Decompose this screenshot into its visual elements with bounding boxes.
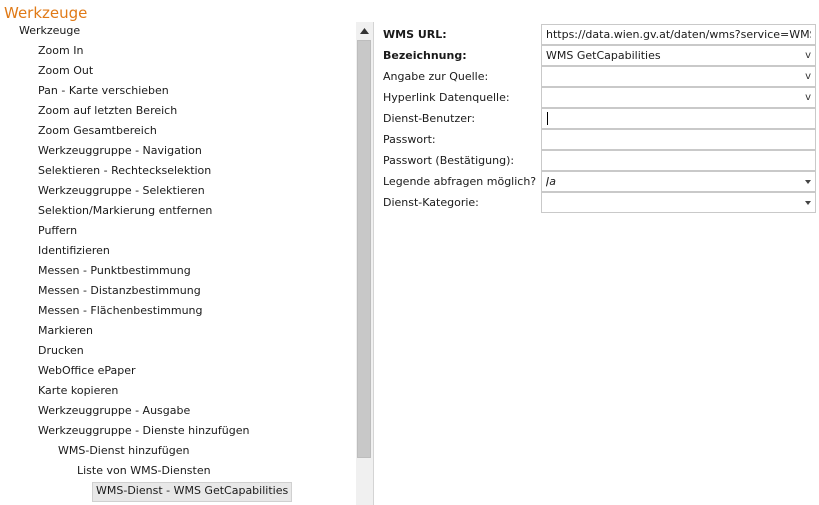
property-label: Dienst-Benutzer: — [383, 112, 476, 125]
triangle-up-icon — [360, 27, 369, 34]
property-value: https://data.wien.gv.at/daten/wms?servic… — [546, 28, 811, 41]
property-label: Passwort: — [383, 133, 436, 146]
property-dropdown-field[interactable]: v — [541, 66, 816, 87]
chevron-down-icon[interactable] — [805, 201, 811, 205]
property-input[interactable]: https://data.wien.gv.at/daten/wms?servic… — [541, 24, 816, 45]
chevron-down-icon[interactable] — [805, 180, 811, 184]
tree-item[interactable]: Markieren — [35, 322, 96, 340]
tree-item[interactable]: Drucken — [35, 342, 87, 360]
property-label: Dienst-Kategorie: — [383, 196, 479, 209]
property-input[interactable] — [541, 129, 816, 150]
property-label: Bezeichnung: — [383, 49, 467, 62]
dropdown-button[interactable]: v — [805, 67, 811, 86]
property-grid: WMS URL: https://data.wien.gv.at/daten/wm… — [374, 22, 819, 505]
tree-item[interactable]: Zoom auf letzten Bereich — [35, 102, 180, 120]
tree-item-selected[interactable]: WMS-Dienst - WMS GetCapabilities — [92, 482, 293, 502]
dropdown-button[interactable]: v — [805, 88, 811, 107]
tree-item[interactable]: Messen - Punktbestimmung — [35, 262, 194, 280]
tree-item[interactable]: Puffern — [35, 222, 80, 240]
dropdown-button[interactable]: v — [805, 46, 811, 65]
tree-item[interactable]: Selektieren - Rechteckselektion — [35, 162, 214, 180]
property-label: Passwort (Bestätigung): — [383, 154, 515, 167]
tree-item[interactable]: WMS-Dienst hinzufügen — [55, 442, 192, 460]
tree-scrollbar[interactable] — [356, 22, 373, 505]
property-value: WMS GetCapabilities — [546, 49, 661, 62]
tree-item[interactable]: Werkzeuggruppe - Dienste hinzufügen — [35, 422, 252, 440]
property-select[interactable] — [541, 192, 816, 213]
tree-item[interactable]: Messen - Distanzbestimmung — [35, 282, 204, 300]
tree-item[interactable]: Identifizieren — [35, 242, 113, 260]
tree-item[interactable]: Karte kopieren — [35, 382, 121, 400]
tree-item[interactable]: Pan - Karte verschieben — [35, 82, 172, 100]
property-select[interactable]: Ja — [541, 171, 816, 192]
property-label: WMS URL: — [383, 28, 447, 41]
scroll-thumb[interactable] — [357, 40, 371, 458]
tree-item[interactable]: Selektion/Markierung entfernen — [35, 202, 215, 220]
property-input[interactable] — [541, 108, 816, 129]
scroll-up-button[interactable] — [356, 22, 373, 39]
text-caret — [547, 112, 548, 125]
property-label: Angabe zur Quelle: — [383, 70, 489, 83]
tree-item[interactable]: Zoom Gesamtbereich — [35, 122, 160, 140]
tree-item[interactable]: Werkzeuggruppe - Navigation — [35, 142, 205, 160]
property-input[interactable] — [541, 150, 816, 171]
tree-item[interactable]: Werkzeuggruppe - Ausgabe — [35, 402, 193, 420]
property-dropdown-field[interactable]: v — [541, 87, 816, 108]
property-label: Legende abfragen möglich? — [383, 175, 537, 188]
panel-title: Werkzeuge — [4, 4, 88, 22]
tree-item[interactable]: Zoom Out — [35, 62, 96, 80]
tree-item[interactable]: Werkzeuggruppe - Selektieren — [35, 182, 208, 200]
property-dropdown-field[interactable]: WMS GetCapabilities v — [541, 45, 816, 66]
property-label: Hyperlink Datenquelle: — [383, 91, 510, 104]
tree-item[interactable]: Liste von WMS-Diensten — [74, 462, 214, 480]
tools-tree: Werkzeuge Zoom In Zoom Out Pan - Karte vers… — [0, 22, 356, 505]
tree-item[interactable]: WebOffice ePaper — [35, 362, 139, 380]
tree-item[interactable]: Messen - Flächenbestimmung — [35, 302, 206, 320]
tree-item[interactable]: Zoom In — [35, 42, 86, 60]
property-value: Ja — [546, 175, 556, 188]
tree-item[interactable]: Werkzeuge — [16, 22, 83, 40]
